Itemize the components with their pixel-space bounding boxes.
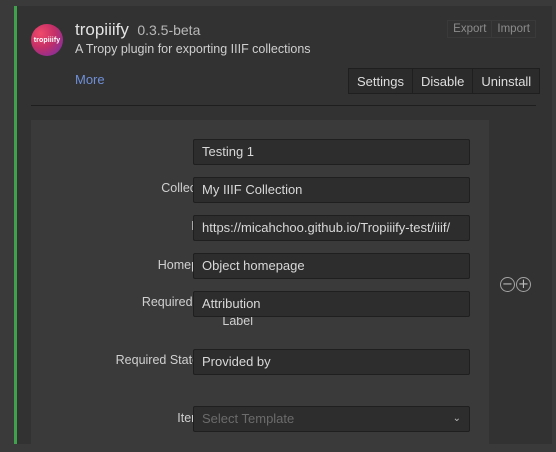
homepage-label-input[interactable]: Object homepage — [193, 253, 470, 279]
chevron-down-icon: ⌄ — [452, 413, 461, 424]
import-button[interactable]: Import — [492, 20, 536, 38]
plus-circle-icon[interactable]: + — [516, 277, 531, 292]
plugin-title-row: tropiiify 0.3.5-beta — [75, 20, 200, 40]
top-actions: Export Import — [447, 20, 536, 38]
iiif-base-id-input[interactable]: https://micahchoo.github.io/Tropiiify-te… — [193, 215, 470, 241]
required-statement-label-input[interactable]: Attribution — [193, 291, 470, 317]
more-link[interactable]: More — [75, 72, 105, 87]
collection-name-input[interactable]: My IIIF Collection — [193, 177, 470, 203]
required-statement-text-input[interactable]: Provided by — [193, 349, 470, 375]
item-template-placeholder: Select Template — [202, 411, 295, 426]
plugin-button-group: Settings Disable Uninstall — [348, 68, 541, 94]
plugin-logo: tropiiify — [31, 24, 63, 56]
disable-button[interactable]: Disable — [412, 68, 474, 94]
plugin-name: tropiiify — [75, 20, 129, 39]
minus-circle-icon[interactable]: − — [500, 277, 515, 292]
uninstall-button[interactable]: Uninstall — [473, 68, 541, 94]
row-controls: − + — [500, 277, 531, 292]
export-button[interactable]: Export — [447, 20, 493, 38]
plugin-version: 0.3.5-beta — [137, 22, 201, 38]
settings-button[interactable]: Settings — [348, 68, 413, 94]
item-template-select[interactable]: Select Template ⌄ — [193, 406, 470, 432]
settings-form-panel — [31, 120, 489, 444]
divider — [31, 105, 536, 106]
plugin-description: A Tropy plugin for exporting IIIF collec… — [75, 42, 311, 56]
name-input[interactable]: Testing 1 — [193, 139, 470, 165]
plugin-logo-text: tropiiify — [33, 36, 61, 44]
